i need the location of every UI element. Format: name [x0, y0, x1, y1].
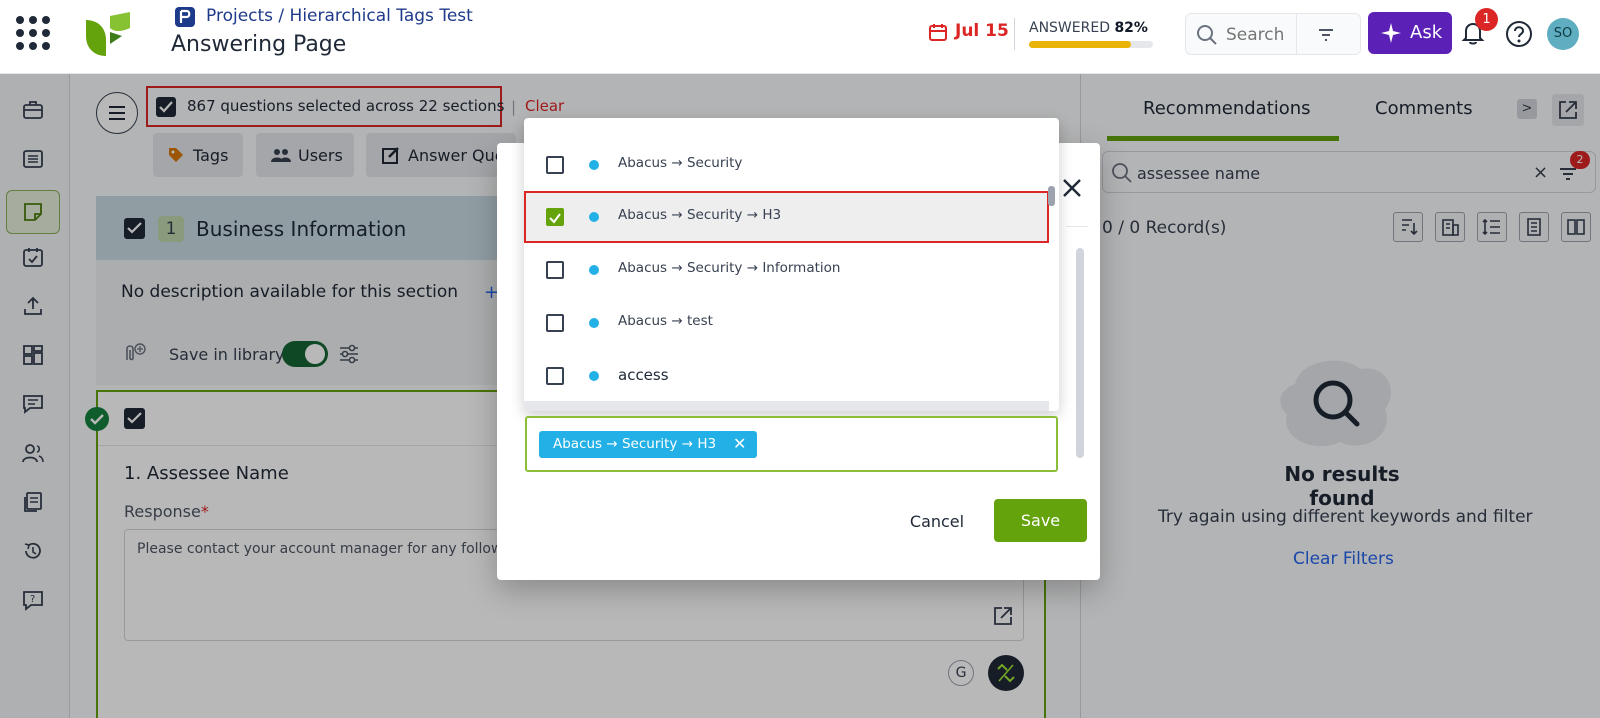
option-label: access [618, 366, 669, 384]
sparkle-icon [1381, 23, 1401, 43]
filter-icon[interactable] [1316, 25, 1336, 45]
checkbox-checked[interactable] [546, 208, 564, 226]
list-item[interactable]: Abacus → Security [524, 139, 1049, 191]
selected-tag-label: Abacus → Security → H3 [553, 436, 717, 452]
global-search[interactable] [1185, 13, 1361, 55]
answered-progress-fill [1029, 41, 1131, 48]
remove-tag-icon[interactable]: ✕ [733, 434, 746, 453]
list-item[interactable]: access [524, 350, 1049, 402]
help-icon[interactable] [1505, 20, 1533, 48]
list-item[interactable]: Abacus → test [524, 297, 1049, 349]
logo-icon[interactable] [84, 10, 132, 58]
dropdown-footer [524, 401, 1049, 411]
tag-dot-icon [589, 371, 599, 381]
apps-grid-icon[interactable] [16, 16, 50, 50]
dropdown-scrollbar[interactable] [1048, 186, 1055, 206]
tag-dot-icon [589, 160, 599, 170]
answered-percent: 82% [1114, 20, 1148, 36]
save-button[interactable]: Save [994, 499, 1087, 542]
notification-badge: 1 [1475, 8, 1498, 31]
selected-tag-chip: Abacus → Security → H3 ✕ [539, 431, 757, 458]
avatar[interactable]: SO [1547, 18, 1579, 50]
tag-dot-icon [589, 318, 599, 328]
checkbox[interactable] [546, 367, 564, 385]
modal-divider [1066, 226, 1088, 227]
option-label: Abacus → test [618, 313, 713, 329]
list-item-selected[interactable]: Abacus → Security → H3 [524, 191, 1049, 243]
tags-dropdown: Abacus → Security Abacus → Security → H3… [524, 118, 1059, 411]
ask-label: Ask [1410, 22, 1443, 43]
breadcrumb[interactable]: Projects / Hierarchical Tags Test [206, 6, 473, 26]
option-label: Abacus → Security [618, 155, 743, 171]
answered-status: ANSWERED 82% [1029, 20, 1148, 36]
ask-button[interactable]: Ask [1368, 12, 1452, 54]
close-icon[interactable] [1060, 176, 1084, 200]
header-divider [1014, 18, 1015, 50]
answered-label: ANSWERED [1029, 20, 1110, 36]
tag-dot-icon [589, 212, 599, 222]
search-divider [1296, 14, 1297, 54]
checkmark-icon [549, 213, 561, 224]
tag-dot-icon [589, 265, 599, 275]
cancel-button[interactable]: Cancel [898, 500, 976, 542]
modal-scrollbar[interactable] [1076, 248, 1084, 458]
page-title: Answering Page [171, 32, 347, 57]
search-input[interactable] [1226, 22, 1306, 48]
checkbox[interactable] [546, 314, 564, 332]
option-label: Abacus → Security → H3 [618, 207, 782, 223]
due-date: Jul 15 [955, 21, 1009, 41]
checkbox[interactable] [546, 156, 564, 174]
answered-progress-bar [1029, 41, 1153, 48]
checkbox[interactable] [546, 261, 564, 279]
project-icon [175, 7, 195, 27]
list-item[interactable]: Abacus → Security → Information [524, 244, 1049, 296]
calendar-icon [929, 24, 947, 41]
option-label: Abacus → Security → Information [618, 260, 841, 276]
search-icon [1197, 25, 1217, 45]
